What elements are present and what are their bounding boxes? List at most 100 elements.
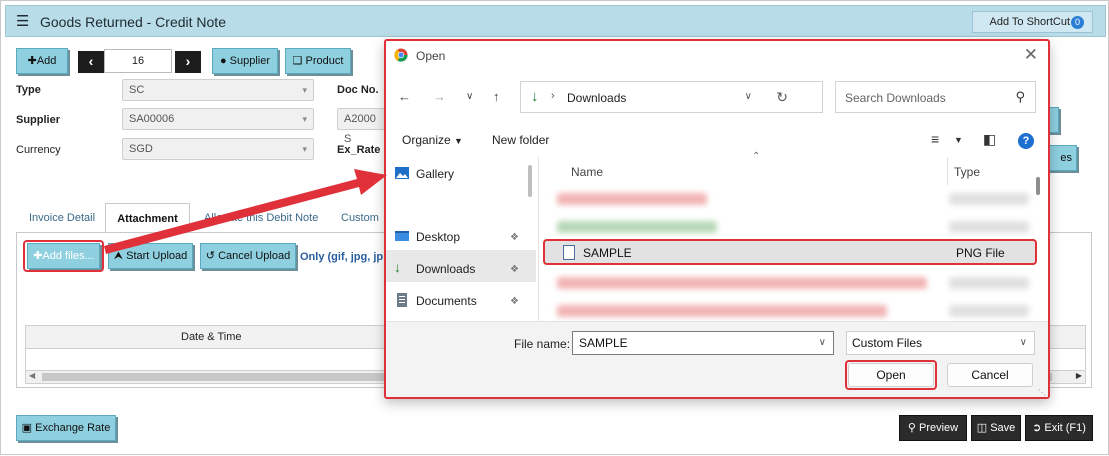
blurred-file-type xyxy=(949,305,1029,317)
gallery-icon xyxy=(395,167,409,179)
chevron-down-icon: ∨ xyxy=(1019,337,1027,348)
cancel-button[interactable]: Cancel xyxy=(947,363,1033,387)
blurred-file-row[interactable] xyxy=(557,193,707,205)
recent-locations-chevron-icon[interactable]: ∨ xyxy=(466,91,473,102)
doc-no-input[interactable]: A2000 S xyxy=(337,108,387,145)
file-row-selected[interactable]: SAMPLE PNG File xyxy=(543,239,1037,265)
type-value: SC xyxy=(129,84,145,96)
nav-scrollbar[interactable] xyxy=(528,165,532,197)
scroll-right-icon[interactable]: ▶ xyxy=(1076,371,1082,380)
page-title: Goods Returned - Credit Note xyxy=(40,14,226,30)
nav-item-gallery[interactable]: Gallery xyxy=(395,167,454,181)
exchange-rate-button[interactable]: ▣ Exchange Rate xyxy=(16,415,116,441)
column-divider[interactable] xyxy=(947,157,948,185)
breadcrumb[interactable]: Downloads xyxy=(567,91,626,105)
caret-down-icon: ▾ xyxy=(302,85,307,95)
sort-caret-icon: ⌃ xyxy=(752,151,761,162)
currency-select[interactable]: SGD ▾ xyxy=(122,138,314,160)
undo-icon: ↺ xyxy=(205,250,215,262)
nav-item-label: Documents xyxy=(416,294,477,308)
start-upload-label: Start Upload xyxy=(126,250,188,262)
tab-attachment[interactable]: Attachment xyxy=(105,203,190,233)
save-label: Save xyxy=(990,422,1016,434)
file-type-select[interactable]: Custom Files ∨ xyxy=(846,331,1035,355)
tab-bar: Invoice Detail Attachment Allocate this … xyxy=(16,203,386,233)
product-button[interactable]: ❑ Product xyxy=(285,48,351,74)
type-select[interactable]: SC ▾ xyxy=(122,79,314,101)
png-file-icon xyxy=(563,245,575,260)
refresh-icon[interactable]: ↻ xyxy=(776,89,788,106)
scroll-left-icon[interactable]: ◀ xyxy=(29,371,35,380)
save-button[interactable]: ◫ Save xyxy=(971,415,1021,441)
ex-rate-label: Ex_Rate xyxy=(337,144,381,156)
new-folder-button[interactable]: New folder xyxy=(492,133,549,147)
back-arrow-icon[interactable]: ← xyxy=(398,89,411,104)
search-icon: ⚲ xyxy=(1015,89,1025,104)
add-to-shortcut-button[interactable]: Add To ShortCut 0 xyxy=(972,11,1093,33)
blurred-file-type xyxy=(949,277,1029,289)
download-icon: ↓ xyxy=(531,88,539,105)
hamburger-menu-icon[interactable]: ☰ xyxy=(16,14,29,29)
file-list: ⌃ Name Type SAMPLE PNG File xyxy=(539,151,1048,321)
chevron-down-icon[interactable]: ∨ xyxy=(819,337,826,348)
preview-pane-icon[interactable]: ◧ xyxy=(983,131,996,148)
resize-grip-icon[interactable]: ⋱ xyxy=(1038,388,1046,397)
supplier-label: Supplier xyxy=(16,114,61,126)
file-list-scrollbar[interactable] xyxy=(1036,177,1040,195)
doc-no-label: Doc No. xyxy=(337,84,379,96)
help-icon[interactable]: ? xyxy=(1018,133,1034,149)
blurred-file-row[interactable] xyxy=(557,221,717,233)
download-icon: ↓ xyxy=(394,259,401,275)
upload-icon: ⮝ xyxy=(113,250,124,262)
chevron-down-icon[interactable]: ∨ xyxy=(745,91,752,102)
currency-value: SGD xyxy=(129,143,153,155)
tab-allocate-debit-note[interactable]: Allocate this Debit Note xyxy=(204,203,318,233)
organize-menu[interactable]: Organize ▼ xyxy=(402,133,463,147)
search-icon: ⚲ xyxy=(907,422,916,434)
supplier-select[interactable]: SA00006 ▾ xyxy=(122,108,314,130)
search-downloads-input[interactable]: Search Downloads ⚲ xyxy=(835,81,1036,113)
prev-record-button[interactable]: ‹ xyxy=(78,51,104,73)
view-options-icon[interactable]: ≡ xyxy=(931,131,939,147)
exchange-rate-label: Exchange Rate xyxy=(35,422,111,434)
blurred-file-row[interactable] xyxy=(557,277,927,289)
exit-button[interactable]: ➲ Exit (F1) xyxy=(1025,415,1093,441)
forward-arrow-icon[interactable]: → xyxy=(433,89,446,104)
up-arrow-icon[interactable]: ↑ xyxy=(493,89,500,104)
caret-down-icon[interactable]: ▼ xyxy=(954,135,963,145)
cancel-upload-label: Cancel Upload xyxy=(218,250,291,262)
dialog-toolbar: Organize ▼ New folder ≡ ▼ ◧ ? xyxy=(386,125,1048,157)
next-record-button[interactable]: › xyxy=(175,51,201,73)
nav-item-documents[interactable]: Documents xyxy=(397,293,477,308)
caret-down-icon: ▼ xyxy=(454,136,463,146)
gift-icon: ❑ xyxy=(292,55,303,67)
tab-custom[interactable]: Custom xyxy=(341,203,379,233)
chrome-logo-icon xyxy=(394,48,408,62)
pin-icon[interactable]: ❖ xyxy=(510,264,519,275)
add-button-label: Add xyxy=(36,55,57,67)
nav-item-downloads[interactable]: ↓ Downloads xyxy=(394,259,475,276)
supplier-button-label: Supplier xyxy=(229,55,271,67)
goods-returned-window: ☰ Goods Returned - Credit Note Add To Sh… xyxy=(0,0,1109,455)
supplier-button[interactable]: ● Supplier xyxy=(212,48,278,74)
pin-icon[interactable]: ❖ xyxy=(510,296,519,307)
dialog-title: Open xyxy=(416,49,446,63)
file-name-value: SAMPLE xyxy=(579,336,628,350)
add-button[interactable]: ✚Add xyxy=(16,48,68,74)
name-column-header[interactable]: Name xyxy=(571,165,603,179)
start-upload-button[interactable]: ⮝ Start Upload xyxy=(108,243,193,269)
pin-icon[interactable]: ❖ xyxy=(510,232,519,243)
cancel-upload-button[interactable]: ↺ Cancel Upload xyxy=(200,243,296,269)
file-name-input[interactable]: SAMPLE ∨ xyxy=(572,331,834,355)
type-column-header[interactable]: Type xyxy=(954,165,980,179)
record-number-input[interactable]: 16 xyxy=(104,49,172,73)
close-icon[interactable]: ✕ xyxy=(1024,45,1038,65)
blurred-file-row[interactable] xyxy=(557,305,887,317)
exit-icon: ➲ xyxy=(1032,422,1042,434)
preview-button[interactable]: ⚲ Preview xyxy=(899,415,967,441)
search-placeholder: Search Downloads xyxy=(845,91,946,105)
open-file-dialog: Open ✕ ← → ∨ ↑ ↓ › Downloads ∨ ↻ Search … xyxy=(384,39,1050,399)
tab-invoice-detail[interactable]: Invoice Detail xyxy=(29,203,95,233)
nav-item-desktop[interactable]: Desktop xyxy=(395,230,460,244)
address-bar[interactable]: ↓ › Downloads ∨ ↻ xyxy=(520,81,823,113)
